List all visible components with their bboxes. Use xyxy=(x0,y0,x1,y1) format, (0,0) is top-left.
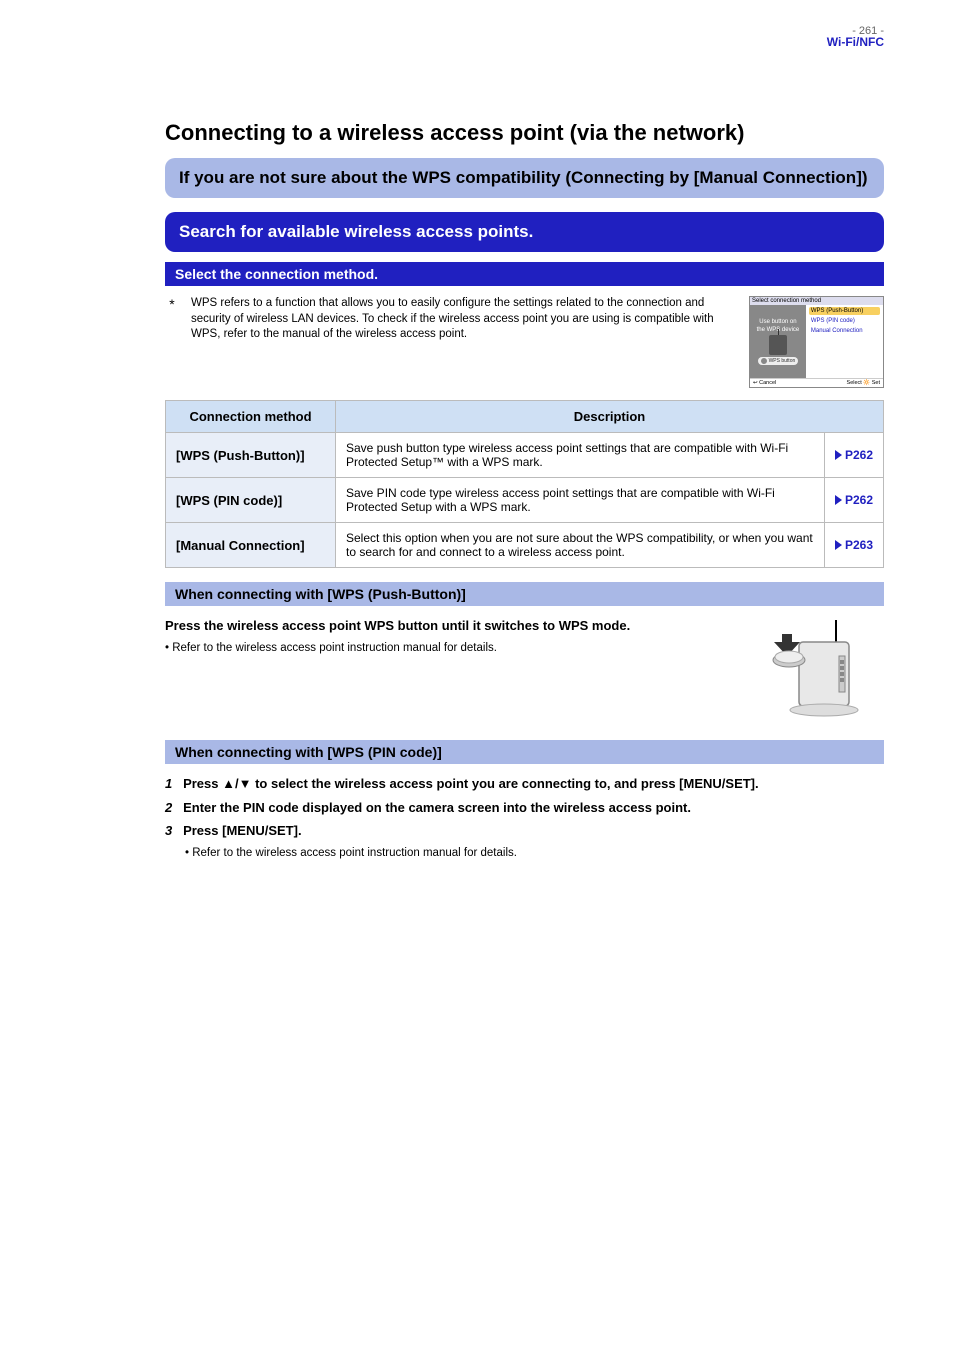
desc-wps-push: Save push button type wireless access po… xyxy=(336,433,825,478)
section-title: Connecting to a wireless access point (v… xyxy=(165,120,884,146)
screenshot-body: Use button on the WPS device WPS button … xyxy=(750,305,883,378)
screenshot-select-connection: Select connection method Use button on t… xyxy=(749,296,884,388)
arrow-right-icon xyxy=(835,495,842,505)
link-p263[interactable]: P263 xyxy=(835,538,873,552)
screenshot-select-set: Select 🔆 Set xyxy=(847,380,880,386)
page-header: Wi-Fi/NFC xyxy=(827,35,884,49)
wps-push-instruction: Press the wireless access point WPS butt… xyxy=(165,616,730,636)
wps-push-note: • Refer to the wireless access point ins… xyxy=(165,640,730,656)
step-3: 3 Press [MENU/SET]. xyxy=(165,821,884,841)
wps-dot-icon xyxy=(761,358,767,364)
th-description: Description xyxy=(336,401,884,433)
screenshot-cancel: ↩ Cancel xyxy=(753,380,776,386)
screenshot-title: Select connection method xyxy=(750,297,883,305)
table-row: [Manual Connection] Select this option w… xyxy=(166,523,884,568)
th-method: Connection method xyxy=(166,401,336,433)
up-down-icon: ▲/▼ xyxy=(222,776,251,791)
link-p262-a[interactable]: P262 xyxy=(835,448,873,462)
screenshot-right-panel: WPS (Push-Button) WPS (PIN code) Manual … xyxy=(806,305,883,378)
table-row: [WPS (Push-Button)] Save push button typ… xyxy=(166,433,884,478)
option-wps-pin: WPS (PIN code) xyxy=(809,317,880,325)
band-manual-connection: If you are not sure about the WPS compat… xyxy=(165,158,884,198)
router-icon xyxy=(769,335,787,355)
screenshot-left-text1: Use button on xyxy=(759,319,796,325)
option-manual: Manual Connection xyxy=(809,327,880,335)
bar-select-method: Select the connection method. xyxy=(165,262,884,286)
step-2: 2 Enter the PIN code displayed on the ca… xyxy=(165,798,884,818)
screenshot-left-panel: Use button on the WPS device WPS button xyxy=(750,305,806,378)
wps-button-label: WPS button xyxy=(758,357,799,365)
option-wps-push: WPS (Push-Button) xyxy=(809,307,880,315)
screenshot-footer: ↩ Cancel Select 🔆 Set xyxy=(750,378,883,387)
connection-methods-table: Connection method Description [WPS (Push… xyxy=(165,400,884,568)
heading-wps-pin: When connecting with [WPS (PIN code)] xyxy=(165,740,884,764)
link-text: P262 xyxy=(845,493,873,507)
router-illustration xyxy=(744,616,884,726)
band-search-ap: Search for available wireless access poi… xyxy=(165,212,884,252)
method-wps-pin: [WPS (PIN code)] xyxy=(166,478,336,523)
arrow-right-icon xyxy=(835,450,842,460)
footnote-asterisk: * xyxy=(165,296,179,312)
step-1: 1 Press ▲/▼ to select the wireless acces… xyxy=(165,774,884,794)
method-wps-push: [WPS (Push-Button)] xyxy=(166,433,336,478)
link-text: P263 xyxy=(845,538,873,552)
link-p262-b[interactable]: P262 xyxy=(835,493,873,507)
arrow-right-icon xyxy=(835,540,842,550)
wps-pin-note: • Refer to the wireless access point ins… xyxy=(185,845,884,861)
heading-wps-push: When connecting with [WPS (Push-Button)] xyxy=(165,582,884,606)
link-text: P262 xyxy=(845,448,873,462)
wps-text: WPS button xyxy=(769,358,796,364)
desc-manual: Select this option when you are not sure… xyxy=(336,523,825,568)
method-manual: [Manual Connection] xyxy=(166,523,336,568)
footnote-text: WPS refers to a function that allows you… xyxy=(191,296,737,343)
table-row: [WPS (PIN code)] Save PIN code type wire… xyxy=(166,478,884,523)
desc-wps-pin: Save PIN code type wireless access point… xyxy=(336,478,825,523)
